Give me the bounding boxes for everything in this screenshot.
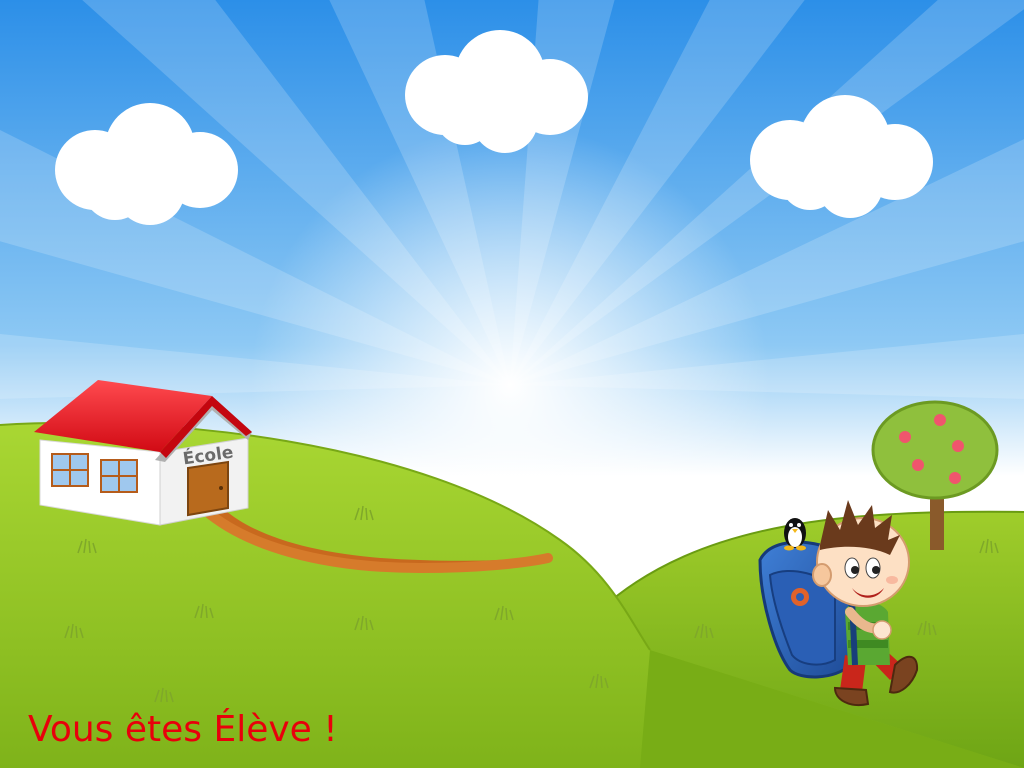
user-role-caption: Vous êtes Élève ! (28, 709, 338, 750)
desktop-background: École (0, 0, 1024, 768)
